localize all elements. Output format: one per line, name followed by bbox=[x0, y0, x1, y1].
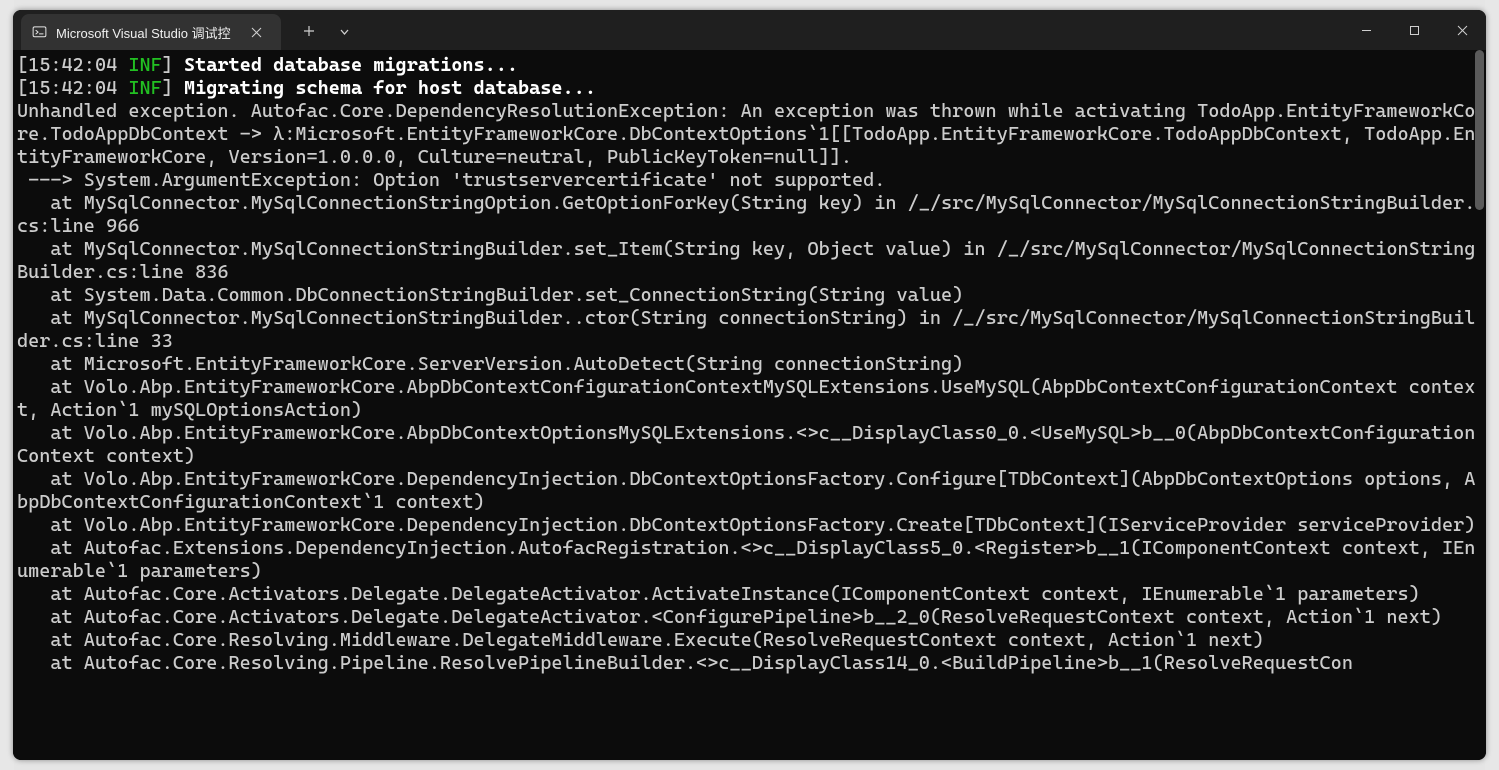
log-bracket-close: ] bbox=[162, 77, 173, 99]
log-timestamp: 15:42:04 bbox=[28, 77, 117, 99]
log-message: Migrating schema for host database... bbox=[184, 77, 596, 99]
terminal-icon bbox=[31, 24, 48, 41]
minimize-button[interactable] bbox=[1342, 10, 1390, 50]
scrollbar-thumb[interactable] bbox=[1475, 50, 1484, 210]
background-left-strip bbox=[0, 0, 14, 770]
titlebar-actions bbox=[289, 10, 361, 50]
log-bracket-open: [ bbox=[17, 77, 28, 99]
new-tab-button[interactable] bbox=[289, 13, 329, 49]
titlebar[interactable]: Microsoft Visual Studio 调试控 bbox=[13, 10, 1486, 50]
vertical-scrollbar[interactable] bbox=[1474, 50, 1485, 760]
log-message: Started database migrations... bbox=[184, 54, 518, 76]
titlebar-drag-area[interactable] bbox=[361, 10, 1342, 50]
maximize-button[interactable] bbox=[1390, 10, 1438, 50]
tab-title: Microsoft Visual Studio 调试控 bbox=[56, 23, 231, 42]
background-right-strip bbox=[1485, 0, 1499, 770]
terminal-output[interactable]: [15:42:04 INF] Started database migratio… bbox=[13, 50, 1486, 760]
log-timestamp: 15:42:04 bbox=[28, 54, 117, 76]
tab-close-button[interactable] bbox=[245, 20, 269, 44]
terminal-window: Microsoft Visual Studio 调试控 bbox=[13, 10, 1486, 760]
active-tab[interactable]: Microsoft Visual Studio 调试控 bbox=[21, 14, 281, 50]
log-level: INF bbox=[128, 54, 161, 76]
log-bracket-close: ] bbox=[162, 54, 173, 76]
log-bracket-open: [ bbox=[17, 54, 28, 76]
stack-trace: Unhandled exception. Autofac.Core.Depend… bbox=[17, 100, 1475, 674]
window-controls bbox=[1342, 10, 1486, 50]
tab-dropdown-button[interactable] bbox=[329, 13, 361, 49]
log-level: INF bbox=[128, 77, 161, 99]
window-close-button[interactable] bbox=[1438, 10, 1486, 50]
